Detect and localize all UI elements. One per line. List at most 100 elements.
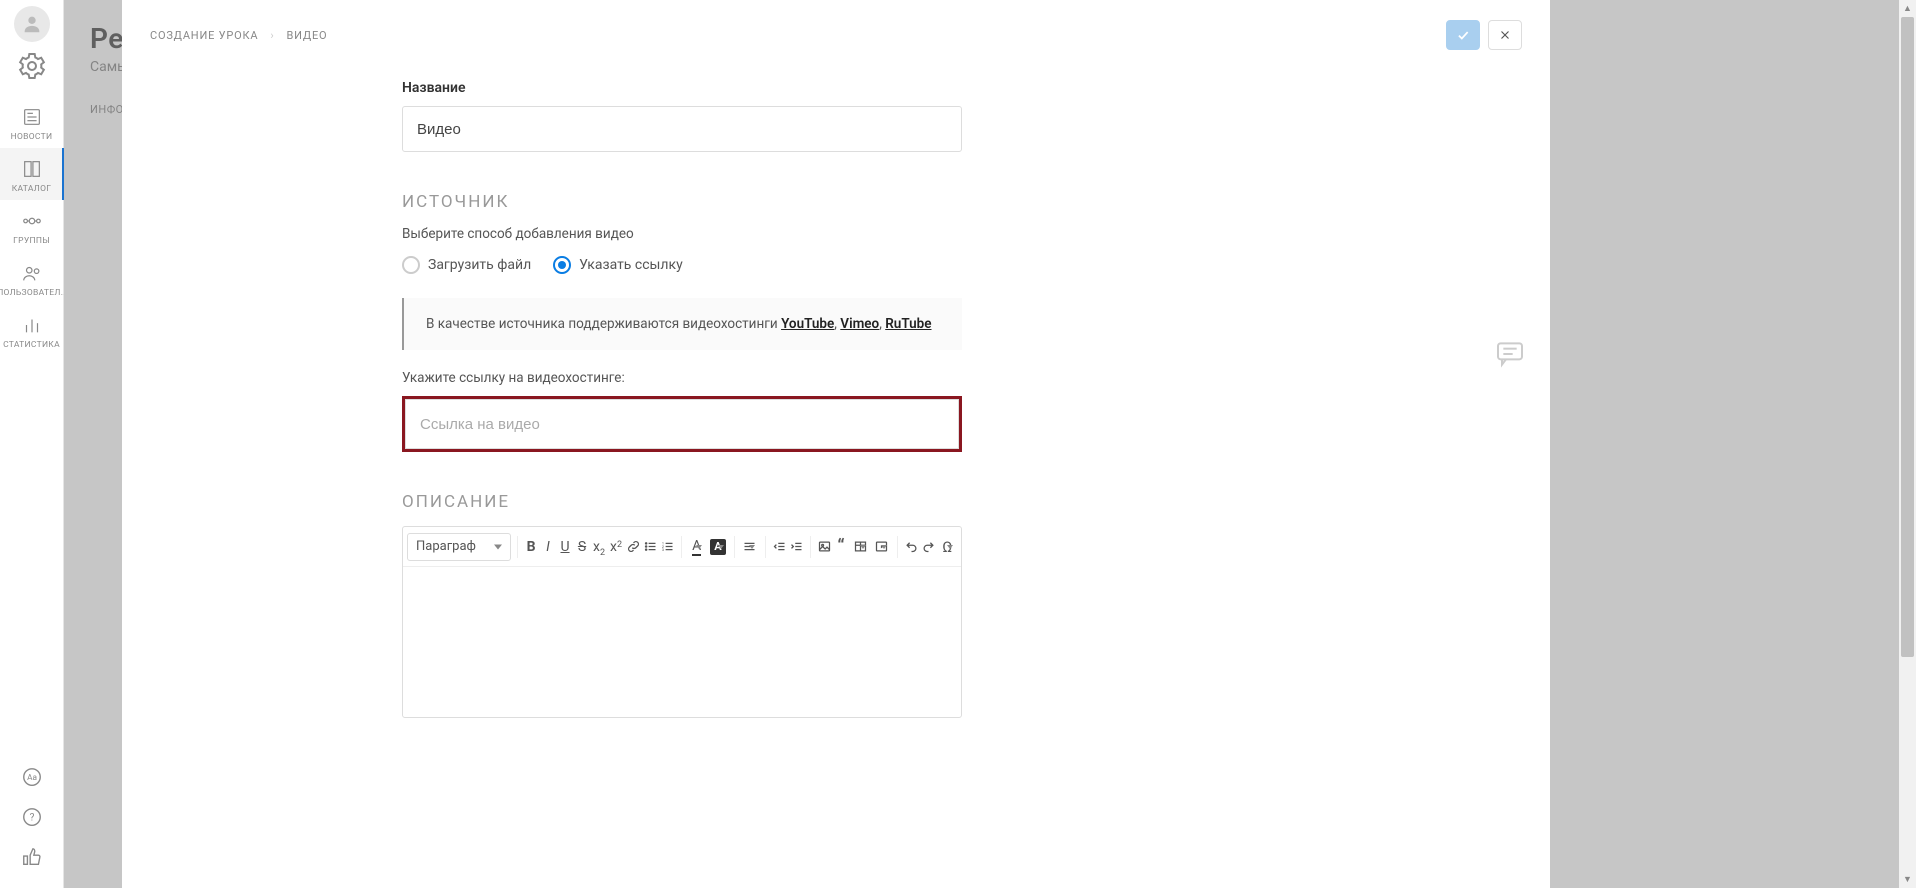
undo-button[interactable] [904,533,919,561]
italic-button[interactable]: I [541,533,556,561]
help-icon: ? [21,806,43,828]
link-button[interactable] [626,533,641,561]
confirm-button[interactable] [1446,20,1480,50]
text-color-button[interactable]: A [687,533,706,561]
sidebar-item-stats[interactable]: СТАТИСТИКА [0,304,64,356]
outdent-icon [772,539,787,554]
italic-icon: I [546,539,550,555]
rich-text-editor: Параграф B I U S x2 x2 123 A A [402,526,962,718]
image-icon [817,539,832,554]
link-vimeo[interactable]: Vimeo [840,316,879,332]
special-char-button[interactable]: Ω [938,533,957,561]
gear-icon [16,50,48,82]
check-icon [1456,28,1470,42]
link-rutube[interactable]: RuTube [885,316,931,332]
sidebar-item-label: КАТАЛОГ [12,184,52,194]
source-section-title: ИСТОЧНИК [402,192,962,212]
info-box: В качестве источника поддерживаются виде… [402,298,962,350]
sidebar-item-news[interactable]: НОВОСТИ [0,96,64,148]
close-button[interactable] [1488,20,1522,50]
name-label: Название [402,80,962,96]
chevron-right-icon: › [270,29,274,42]
sidebar-item-users[interactable]: ПОЛЬЗОВАТЕЛ.. [0,252,64,304]
superscript-button[interactable]: x2 [609,533,624,561]
sidebar: НОВОСТИ КАТАЛОГ ГРУППЫ ПОЛЬЗОВАТЕЛ.. СТА… [0,0,64,888]
feedback-button[interactable] [21,846,43,868]
video-link-input[interactable] [405,399,959,449]
subscript-button[interactable]: x2 [592,533,607,561]
breadcrumb-item[interactable]: СОЗДАНИЕ УРОКА [150,29,258,42]
toolbar-separator [517,536,518,558]
toolbar-separator [765,536,766,558]
toolbar-separator [681,536,682,558]
quote-icon: “ [837,536,844,557]
underline-button[interactable]: U [558,533,573,561]
scrollbar-thumb[interactable] [1901,17,1914,657]
indent-button[interactable] [789,533,804,561]
table-button[interactable] [851,533,870,561]
editor-toolbar: Параграф B I U S x2 x2 123 A A [403,527,961,567]
sidebar-item-label: ПОЛЬЗОВАТЕЛ.. [0,288,66,298]
image-button[interactable] [817,533,832,561]
name-input[interactable] [402,106,962,152]
groups-icon [21,210,43,232]
editor-textarea[interactable] [403,567,961,717]
indent-icon [789,539,804,554]
info-text: В качестве источника поддерживаются виде… [426,316,781,332]
strike-button[interactable]: S [575,533,590,561]
sidebar-item-groups[interactable]: ГРУППЫ [0,200,64,252]
language-button[interactable]: Aa [21,766,43,788]
language-icon: Aa [21,766,43,788]
catalog-icon [21,158,43,180]
paragraph-select[interactable]: Параграф [407,533,511,561]
radio-specify-link[interactable]: Указать ссылку [553,256,683,274]
comment-icon [1494,338,1526,370]
news-icon [21,106,43,128]
superscript-icon: x2 [610,539,622,555]
modal-header: СОЗДАНИЕ УРОКА › ВИДЕО [122,0,1550,60]
outdent-button[interactable] [772,533,787,561]
underline-icon: U [560,539,569,555]
description-section-title: ОПИСАНИЕ [402,492,962,512]
embed-button[interactable] [872,533,891,561]
link-field-label: Укажите ссылку на видеохостинге: [402,370,962,386]
scroll-up-icon[interactable]: ▲ [1899,0,1916,17]
sidebar-item-catalog[interactable]: КАТАЛОГ [0,148,64,200]
link-youtube[interactable]: YouTube [781,316,834,332]
toolbar-separator [734,536,735,558]
close-icon [1498,28,1512,42]
bullet-list-button[interactable] [643,533,658,561]
avatar[interactable] [14,6,50,42]
source-help-text: Выберите способ добавления видео [402,226,962,242]
quote-button[interactable]: “ [834,533,849,561]
bold-button[interactable]: B [524,533,539,561]
stats-icon [21,314,43,336]
vertical-scrollbar[interactable]: ▲ ▼ [1899,0,1916,888]
breadcrumb: СОЗДАНИЕ УРОКА › ВИДЕО [150,29,327,42]
link-icon [626,539,641,554]
svg-text:?: ? [29,813,34,824]
toolbar-separator [897,536,898,558]
redo-button[interactable] [921,533,936,561]
radio-label: Загрузить файл [428,257,531,273]
subscript-icon: x2 [593,539,605,555]
comment-button[interactable] [1494,338,1526,366]
highlight-button[interactable]: A [708,533,727,561]
radio-icon [553,256,571,274]
bullet-list-icon [643,539,658,554]
number-list-button[interactable]: 123 [660,533,675,561]
bold-icon: B [527,539,536,555]
radio-icon [402,256,420,274]
toolbar-separator [810,536,811,558]
align-icon [742,539,757,554]
align-button[interactable] [740,533,759,561]
users-icon [21,262,43,284]
sidebar-item-label: СТАТИСТИКА [3,340,60,350]
settings-button[interactable] [16,50,48,82]
undo-icon [904,539,919,554]
scroll-down-icon[interactable]: ▼ [1899,871,1916,888]
svg-text:3: 3 [661,548,663,552]
radio-label: Указать ссылку [579,257,683,273]
help-button[interactable]: ? [21,806,43,828]
radio-upload-file[interactable]: Загрузить файл [402,256,531,274]
